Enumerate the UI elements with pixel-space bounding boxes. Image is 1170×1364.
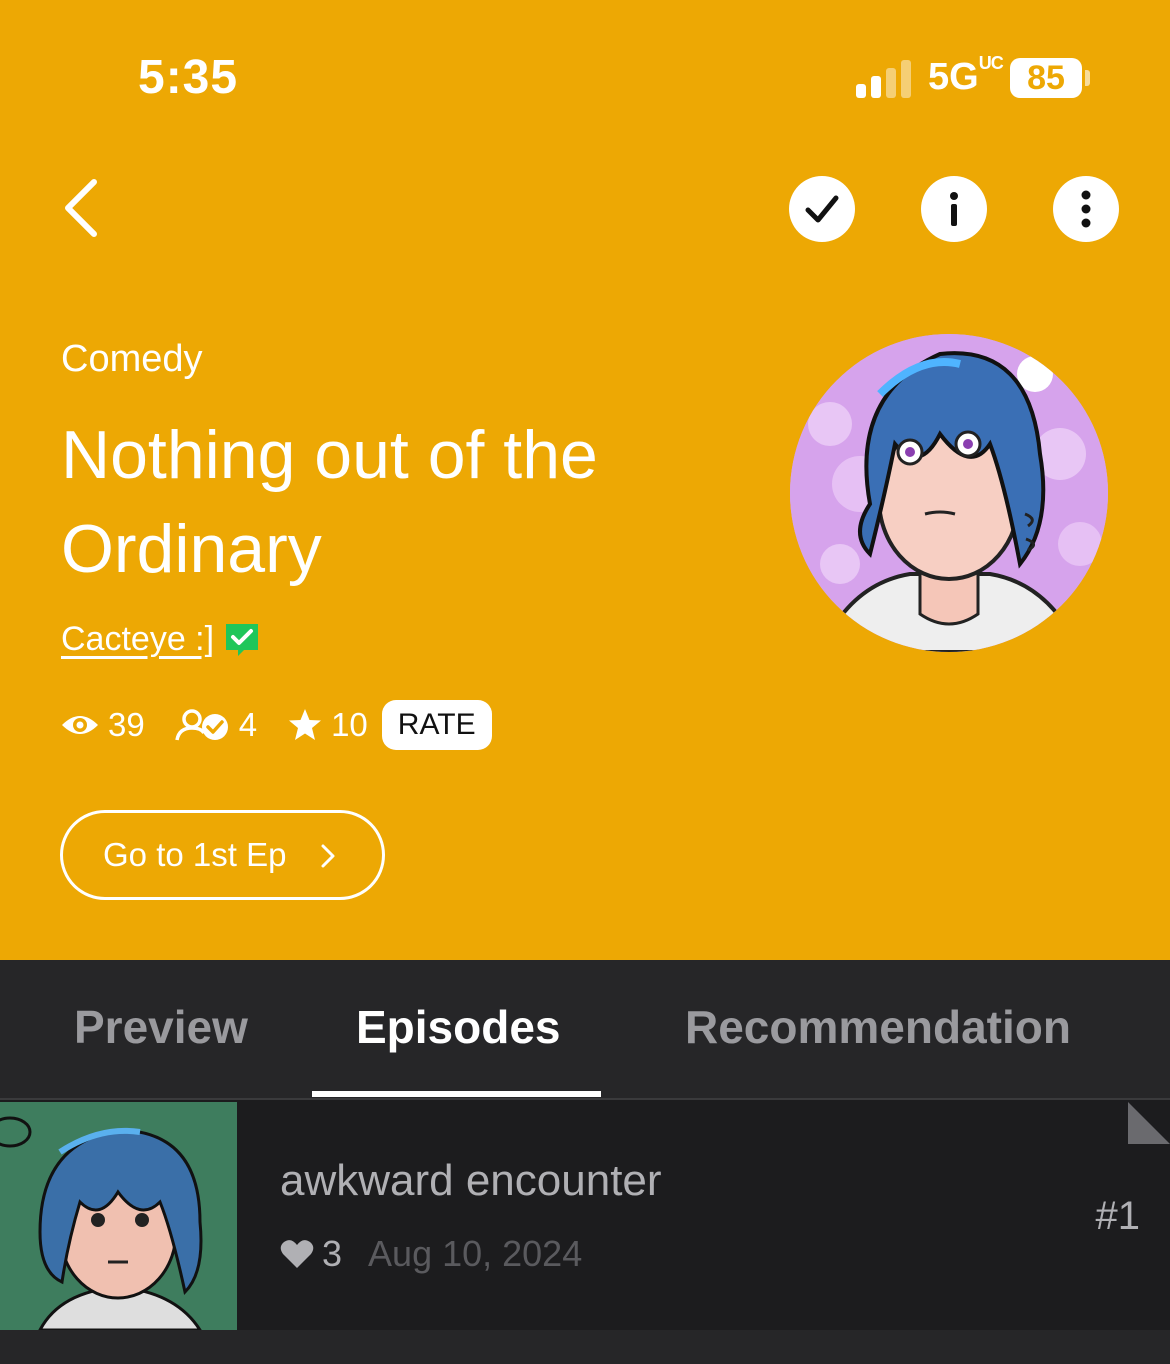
tab-preview[interactable]: Preview	[74, 1000, 248, 1054]
tab-recommendation[interactable]: Recommendation	[685, 1000, 1071, 1054]
chevron-right-icon	[321, 844, 335, 868]
author-row: Cacteye :]	[61, 620, 260, 659]
go-to-first-episode-button[interactable]: Go to 1st Ep	[60, 810, 385, 900]
episode-date: Aug 10, 2024	[368, 1233, 583, 1274]
more-button[interactable]	[1053, 176, 1119, 242]
check-icon	[805, 195, 839, 223]
more-vertical-icon	[1081, 190, 1091, 228]
series-cover-avatar	[790, 334, 1108, 652]
battery-indicator: 85	[1010, 58, 1082, 98]
series-header: 5:35 5GUC 85 Comedy Nothing out of the O…	[0, 0, 1170, 960]
genre-label: Comedy	[61, 338, 203, 380]
tab-episodes[interactable]: Episodes	[356, 1000, 561, 1054]
episode-likes: 3	[322, 1233, 343, 1274]
new-corner-flag-icon	[1128, 1102, 1170, 1144]
chevron-left-icon	[65, 179, 97, 237]
active-tab-indicator	[312, 1091, 601, 1097]
list-divider	[0, 1330, 1170, 1364]
info-button[interactable]	[921, 176, 987, 242]
views-count: 39	[108, 706, 145, 743]
star-icon	[289, 709, 322, 740]
episode-row[interactable]: awkward encounter 3 Aug 10, 2024 #1	[0, 1102, 1170, 1330]
subscribers-count: 4	[238, 706, 258, 743]
status-time: 5:35	[138, 51, 239, 104]
rate-button[interactable]: RATE	[381, 700, 492, 750]
episode-thumbnail	[0, 1102, 237, 1330]
heart-icon	[280, 1240, 314, 1268]
battery-tip	[1085, 70, 1090, 86]
network-indicator: 5GUC	[928, 53, 1004, 98]
signal-icon	[856, 58, 916, 98]
stats-row: 39 4 10 RATE	[60, 700, 492, 750]
verified-creator-icon	[226, 623, 259, 656]
episode-number: #1	[1095, 1194, 1141, 1238]
back-button[interactable]	[56, 172, 116, 242]
episode-title: awkward encounter	[280, 1156, 662, 1205]
eye-icon	[62, 716, 98, 734]
episode-meta: 3 Aug 10, 2024	[280, 1232, 582, 1276]
subscribers-icon	[174, 709, 228, 741]
subscribe-button[interactable]	[789, 176, 855, 242]
first-episode-label: Go to 1st Ep	[103, 836, 287, 873]
author-link[interactable]: Cacteye :]	[61, 620, 214, 659]
rating-count: 10	[331, 706, 368, 743]
series-title: Nothing out of the Ordinary	[61, 417, 598, 587]
info-icon	[950, 192, 958, 226]
